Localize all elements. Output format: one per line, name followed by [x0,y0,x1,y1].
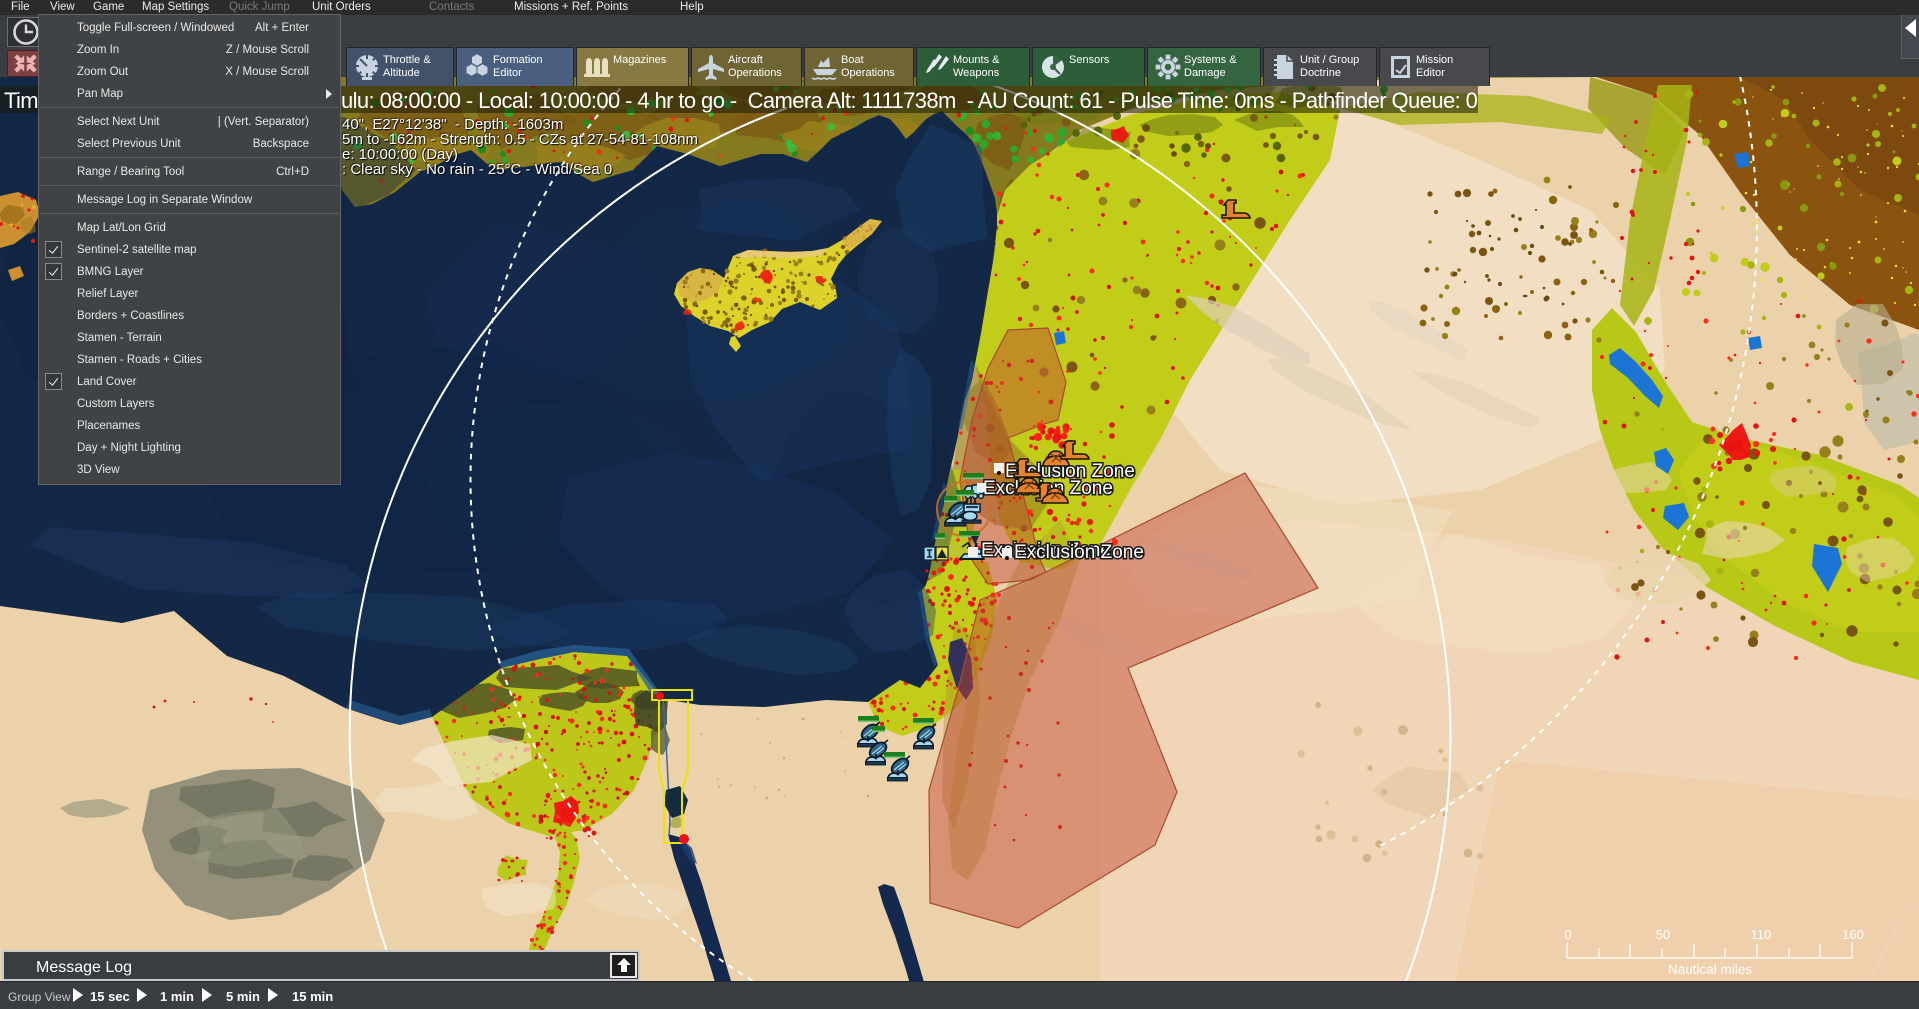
svg-text:Exclusion Zone: Exclusion Zone [1014,542,1144,563]
svg-text:Nautical miles: Nautical miles [1668,962,1752,977]
svg-text:110: 110 [1751,927,1772,942]
svg-text:0: 0 [1564,927,1571,942]
svg-text:50: 50 [1656,927,1670,942]
svg-text:160: 160 [1842,927,1864,942]
